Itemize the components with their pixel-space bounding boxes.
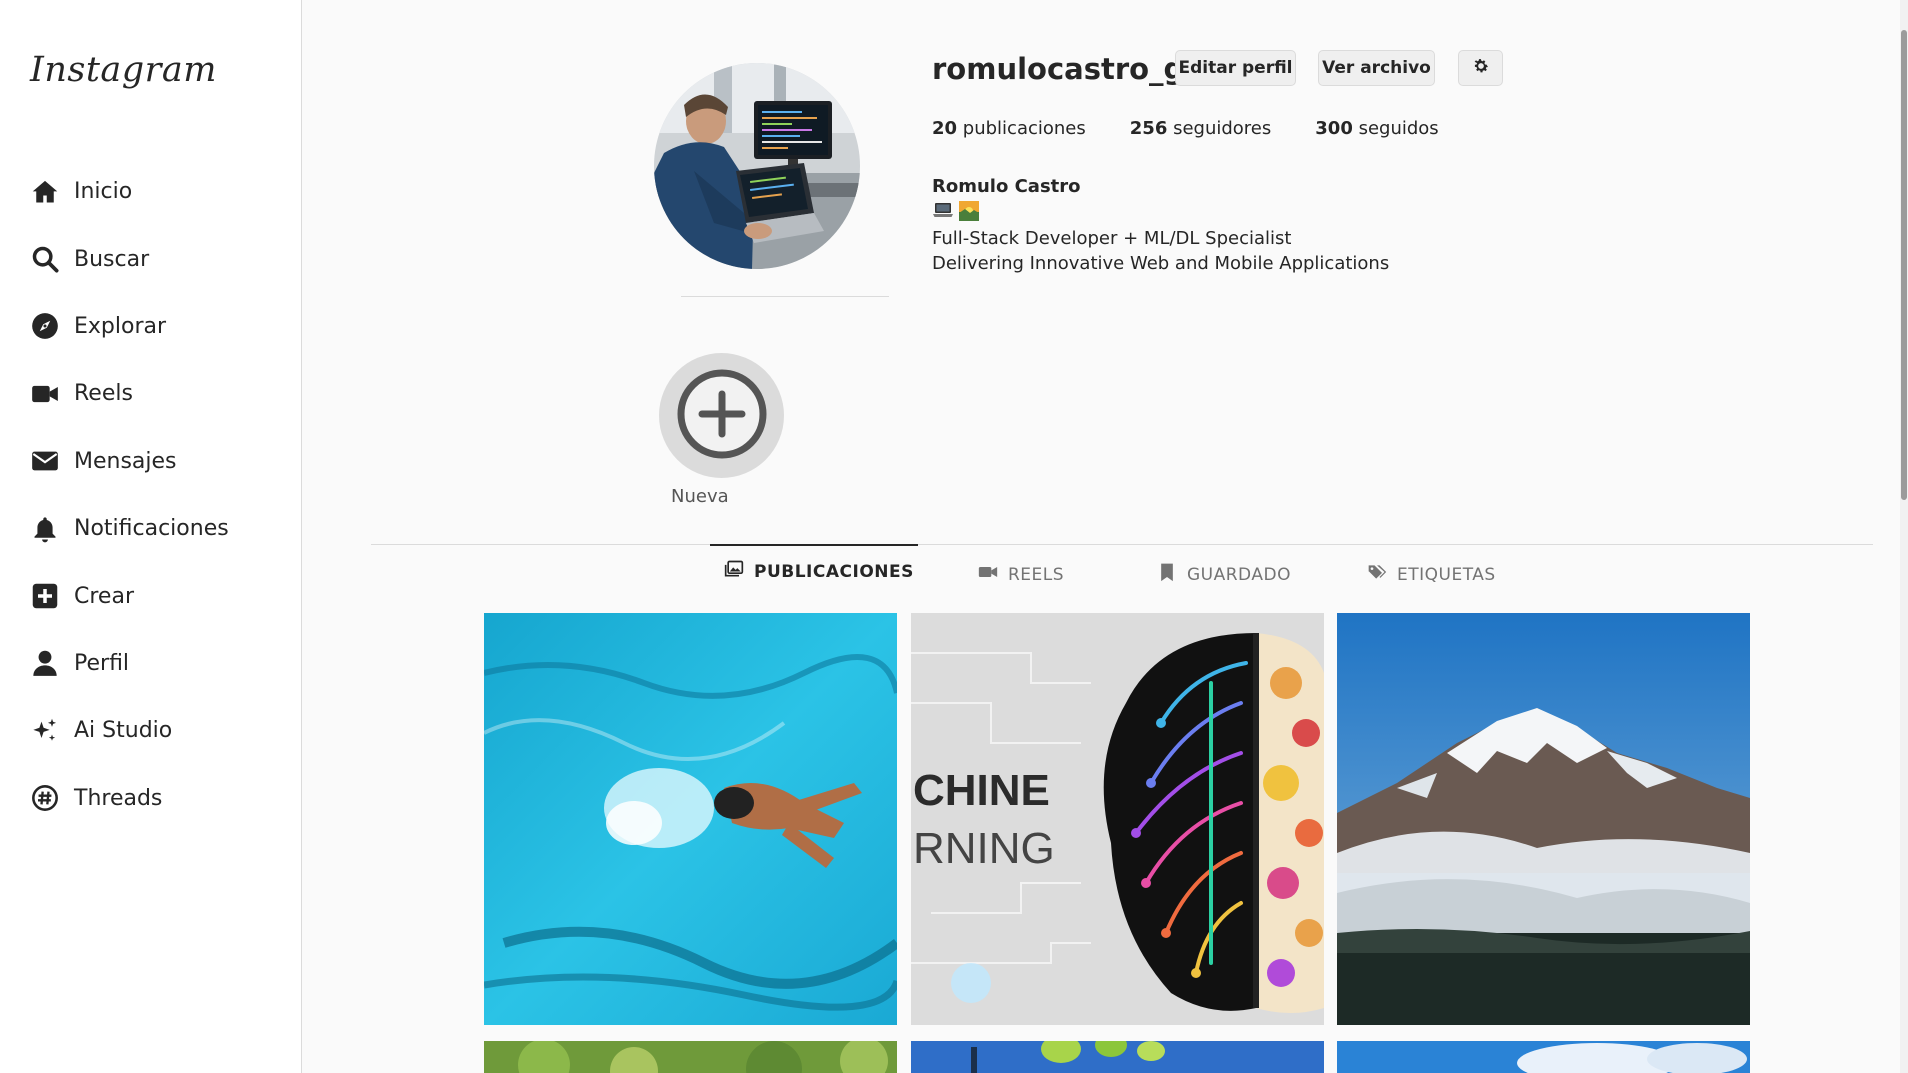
settings-button[interactable] (1458, 50, 1503, 86)
view-archive-button[interactable]: Ver archivo (1318, 50, 1435, 86)
compass-icon (30, 311, 60, 341)
laptop-icon (932, 200, 954, 226)
threads-icon (30, 783, 60, 813)
post-text-line: RNING (913, 824, 1055, 873)
bookmark-icon (1157, 562, 1187, 587)
sidebar-item-label: Threads (74, 785, 163, 811)
search-icon (30, 244, 60, 274)
sidebar-item-threads[interactable]: Threads (30, 765, 229, 832)
grid-icon (724, 559, 754, 584)
sidebar-item-mensajes[interactable]: Mensajes (30, 428, 229, 495)
username: romulocastro_g (932, 52, 1185, 86)
page-scrollbar[interactable] (1900, 0, 1908, 1073)
sidebar: Instagram Inicio Buscar Explorar Reels M… (0, 0, 302, 1073)
sidebar-item-perfil[interactable]: Perfil (30, 630, 229, 697)
followers-count[interactable]: 256 seguidores (1130, 118, 1272, 139)
post-thumbnail-machine-learning[interactable]: CHINE RNING (911, 613, 1324, 1025)
edit-profile-button[interactable]: Editar perfil (1175, 50, 1296, 86)
avatar-divider (681, 296, 889, 297)
sidebar-item-inicio[interactable]: Inicio (30, 158, 229, 225)
bio-emoji (932, 200, 980, 226)
profile-main: romulocastro_g Editar perfil Ver archivo… (344, 0, 1876, 1073)
plus-square-icon (30, 581, 60, 611)
new-highlight-label: Nueva (671, 486, 729, 507)
sparkles-icon (30, 716, 60, 746)
profile-stats: 20 publicaciones 256 seguidores 300 segu… (932, 118, 1483, 139)
sidebar-item-label: Mensajes (74, 448, 177, 474)
bio-line: Full-Stack Developer + ML/DL Specialist (932, 228, 1292, 249)
post-thumbnail[interactable] (1337, 1041, 1750, 1073)
gear-icon (1472, 57, 1490, 80)
post-thumbnail-mountain[interactable] (1337, 613, 1750, 1025)
sidebar-item-ai-studio[interactable]: Ai Studio (30, 697, 229, 764)
sidebar-item-reels[interactable]: Reels (30, 360, 229, 427)
plus-circle-icon (674, 366, 770, 466)
posts-count: 20 publicaciones (932, 118, 1086, 139)
sidebar-item-label: Ai Studio (74, 718, 173, 744)
sidebar-item-crear[interactable]: Crear (30, 562, 229, 629)
tab-publicaciones[interactable]: PUBLICACIONES (724, 559, 914, 584)
sidebar-item-label: Perfil (74, 650, 130, 676)
sidebar-item-label: Buscar (74, 246, 150, 272)
tags-icon (1367, 562, 1397, 587)
video-icon (30, 379, 60, 409)
instagram-logo[interactable]: Instagram (30, 50, 217, 90)
tab-guardado[interactable]: GUARDADO (1157, 562, 1291, 587)
tab-reels[interactable]: REELS (978, 562, 1064, 587)
sunrise-icon (958, 200, 980, 226)
envelope-icon (30, 446, 60, 476)
sidebar-item-label: Explorar (74, 313, 167, 339)
full-name: Romulo Castro (932, 176, 1081, 197)
sidebar-item-explorar[interactable]: Explorar (30, 293, 229, 360)
avatar[interactable] (654, 63, 860, 269)
sidebar-item-label: Reels (74, 381, 133, 407)
bell-icon (30, 514, 60, 544)
home-icon (30, 177, 60, 207)
sidebar-item-buscar[interactable]: Buscar (30, 225, 229, 292)
sidebar-item-label: Inicio (74, 179, 133, 205)
sidebar-item-label: Notificaciones (74, 516, 229, 542)
post-text-line: CHINE (913, 766, 1050, 815)
new-highlight-button[interactable] (659, 353, 784, 478)
bio-line: Delivering Innovative Web and Mobile App… (932, 253, 1390, 274)
post-thumbnail[interactable] (911, 1041, 1324, 1073)
scrollbar-thumb[interactable] (1901, 30, 1907, 500)
active-tab-indicator (710, 544, 918, 546)
sidebar-item-notificaciones[interactable]: Notificaciones (30, 495, 229, 562)
tabs-divider (371, 544, 1873, 545)
post-thumbnail[interactable] (484, 1041, 897, 1073)
user-icon (30, 648, 60, 678)
following-count[interactable]: 300 seguidos (1315, 118, 1438, 139)
tab-etiquetas[interactable]: ETIQUETAS (1367, 562, 1496, 587)
post-thumbnail-swimmer[interactable] (484, 613, 897, 1025)
sidebar-item-label: Crear (74, 583, 134, 609)
sidebar-nav: Inicio Buscar Explorar Reels Mensajes No… (30, 158, 229, 832)
video-icon (978, 562, 1008, 587)
